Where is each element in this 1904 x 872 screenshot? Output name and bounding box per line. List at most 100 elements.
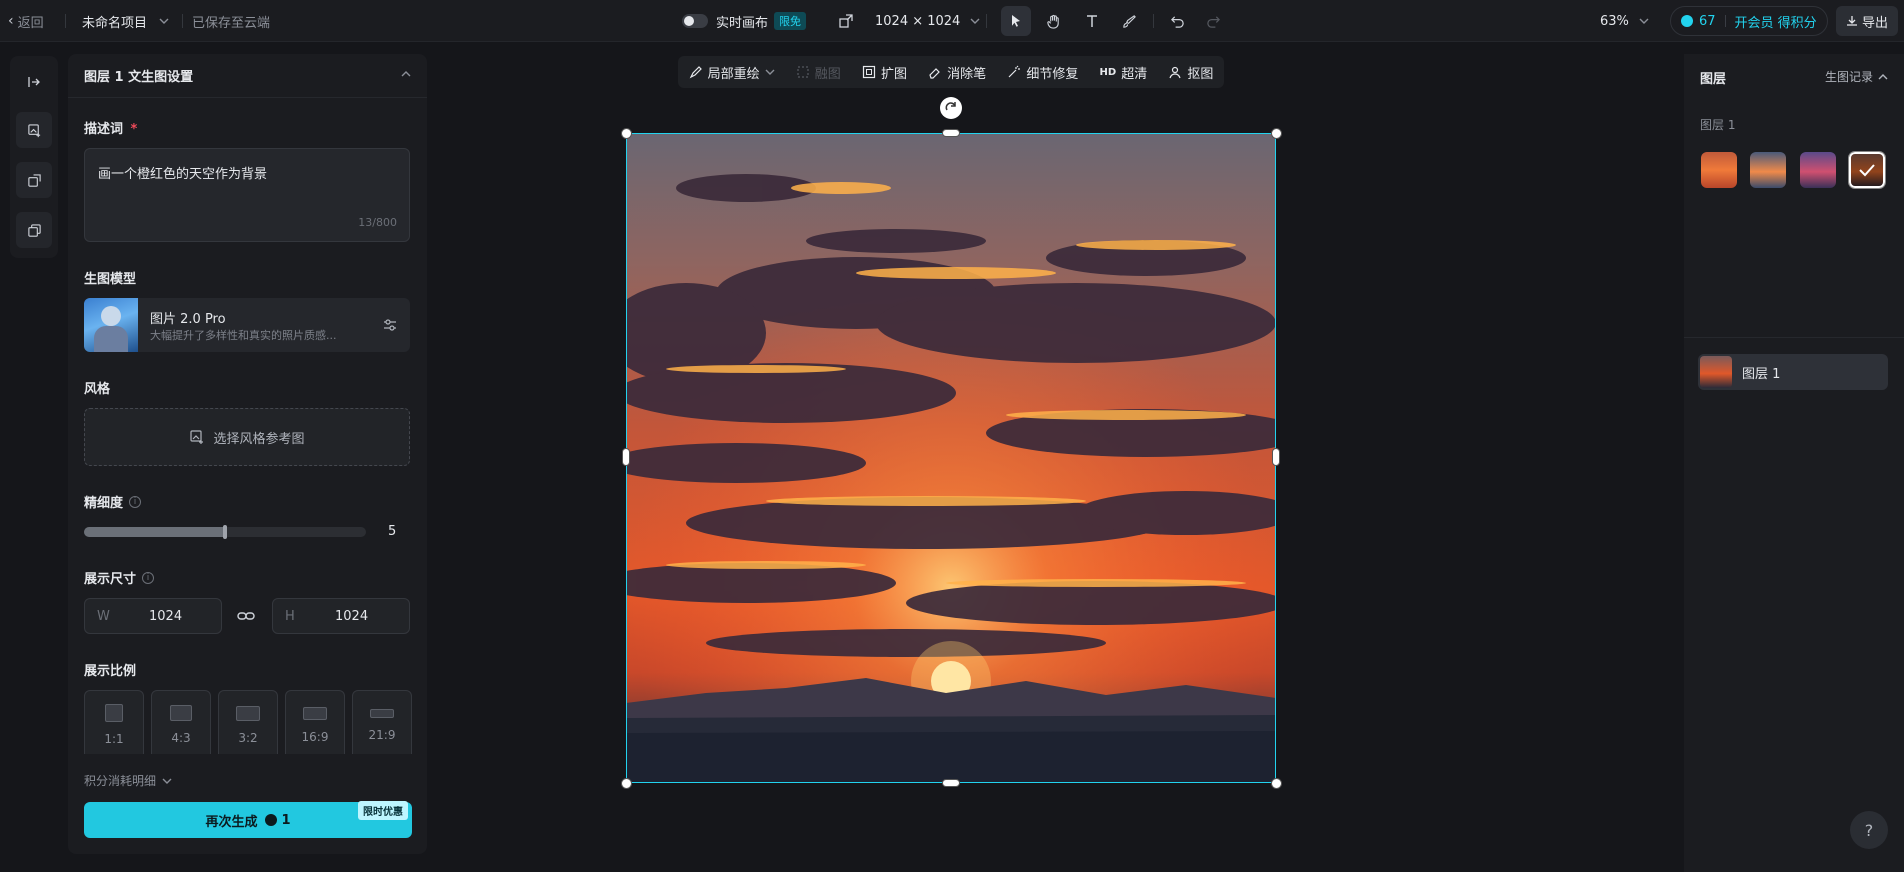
- prompt-textarea[interactable]: 画一个橙红色的天空作为背景 13/800: [84, 148, 410, 242]
- redo-button[interactable]: [1198, 6, 1228, 36]
- brush-tool-button[interactable]: [1114, 6, 1144, 36]
- ratio-shape: [170, 705, 192, 721]
- image-edit-toolbar: 局部重绘 融图 扩图 消除笔 细节修复 HD 超清 抠图: [678, 56, 1224, 88]
- divider: [986, 14, 987, 28]
- regenerate-cost: 1: [281, 812, 291, 828]
- blend-button[interactable]: 融图: [796, 63, 841, 82]
- layer-item[interactable]: 图层 1: [1698, 354, 1888, 390]
- blend-icon: [797, 66, 809, 78]
- zoom-dropdown[interactable]: 63%: [1600, 0, 1649, 42]
- resize-handle-w[interactable]: [622, 448, 630, 466]
- check-icon: [1851, 154, 1883, 186]
- top-bar: ‹ 返回 未命名项目 已保存至云端 实时画布 限免 1024 × 1024 63…: [0, 0, 1904, 42]
- height-input[interactable]: H 1024: [272, 598, 410, 634]
- hand-icon: [1046, 14, 1059, 29]
- export-button[interactable]: 导出: [1836, 6, 1899, 36]
- resize-canvas-button[interactable]: [838, 0, 854, 42]
- history-thumbnail-3[interactable]: [1800, 152, 1836, 188]
- chevron-down-icon: [765, 69, 775, 75]
- height-prefix: H: [285, 609, 295, 624]
- collapse-panel-button[interactable]: [401, 68, 411, 83]
- prompt-text: 画一个橙红色的天空作为背景: [98, 167, 268, 182]
- layers-stack-button[interactable]: [16, 212, 52, 248]
- image-to-image-button[interactable]: [16, 162, 52, 198]
- image-transform-icon: [27, 173, 41, 187]
- info-icon[interactable]: i: [142, 571, 155, 584]
- history-toggle[interactable]: 生图记录: [1825, 68, 1888, 85]
- credits-detail-toggle[interactable]: 积分消耗明细: [84, 772, 172, 789]
- eraser-label: 消除笔: [947, 66, 987, 82]
- project-name: 未命名项目: [82, 15, 148, 31]
- add-image-icon: [27, 123, 40, 137]
- toggle-switch[interactable]: [682, 14, 708, 28]
- upscale-button[interactable]: HD 超清: [1100, 63, 1148, 82]
- inpaint-icon: [689, 66, 702, 79]
- info-icon[interactable]: i: [129, 495, 142, 508]
- style-label: 风格: [84, 382, 111, 397]
- ratio-option-4-3[interactable]: 4:3: [151, 690, 211, 760]
- membership-credits-button[interactable]: 67 开会员 得积分: [1670, 6, 1828, 36]
- divider: [65, 14, 66, 28]
- panel-title: 图层 1 文生图设置: [84, 70, 194, 85]
- history-thumbnail-4-selected[interactable]: [1848, 151, 1886, 189]
- ratio-label-text: 3:2: [238, 730, 258, 745]
- history-thumbnail-2[interactable]: [1750, 152, 1786, 188]
- resize-handle-e[interactable]: [1272, 448, 1280, 466]
- detail-slider-thumb[interactable]: [223, 525, 227, 539]
- detail-slider-track[interactable]: [84, 525, 366, 539]
- expand-panel-button[interactable]: [16, 64, 52, 100]
- add-image-layer-button[interactable]: [16, 112, 52, 148]
- chevron-up-icon: [401, 71, 411, 77]
- resize-handle-ne[interactable]: [1271, 128, 1282, 139]
- size-section-label: 展示尺寸 i: [84, 568, 155, 587]
- eraser-button[interactable]: 消除笔: [928, 63, 986, 82]
- chevron-up-icon: [1878, 73, 1888, 79]
- style-reference-button[interactable]: 选择风格参考图: [84, 408, 410, 466]
- panel-header: 图层 1 文生图设置: [68, 54, 427, 98]
- aspect-lock-button[interactable]: [236, 606, 256, 630]
- select-tool-button[interactable]: [1001, 6, 1031, 36]
- char-count: 13/800: [358, 216, 397, 229]
- download-icon: [1847, 16, 1857, 26]
- text-tool-button[interactable]: [1077, 6, 1107, 36]
- magic-wand-icon: [1008, 65, 1021, 78]
- expand-icon: [862, 65, 876, 79]
- undo-button[interactable]: [1162, 6, 1192, 36]
- pointer-icon: [1012, 15, 1020, 27]
- canvas-size-dropdown[interactable]: 1024 × 1024: [875, 0, 980, 42]
- canvas-size: 1024 × 1024: [875, 13, 961, 29]
- credit-coin-icon: [265, 814, 278, 826]
- realtime-canvas-toggle[interactable]: 实时画布 限免: [682, 0, 807, 42]
- resize-handle-n[interactable]: [942, 129, 960, 137]
- expand-button[interactable]: 扩图: [862, 63, 907, 82]
- ratio-option-1-1[interactable]: 1:1: [84, 690, 144, 760]
- resize-handle-sw[interactable]: [621, 778, 632, 789]
- project-name-dropdown[interactable]: 未命名项目: [82, 0, 169, 42]
- layer-name: 图层 1: [1742, 367, 1781, 382]
- rotate-handle[interactable]: [940, 97, 962, 119]
- credits-coin-icon: [1681, 15, 1693, 27]
- upscale-label: 超清: [1121, 66, 1148, 82]
- inpaint-button[interactable]: 局部重绘: [689, 63, 775, 82]
- chevron-down-icon: [970, 16, 980, 26]
- resize-handle-s[interactable]: [942, 779, 960, 787]
- help-button[interactable]: ?: [1850, 811, 1888, 849]
- resize-handle-se[interactable]: [1271, 778, 1282, 789]
- text-icon: [1087, 15, 1097, 27]
- resize-handle-nw[interactable]: [621, 128, 632, 139]
- model-label: 生图模型: [84, 272, 137, 287]
- hand-tool-button[interactable]: [1038, 6, 1068, 36]
- width-input[interactable]: W 1024: [84, 598, 222, 634]
- ratio-option-21-9[interactable]: 21:9: [352, 690, 412, 760]
- detail-fix-button[interactable]: 细节修复: [1007, 63, 1078, 82]
- model-selector[interactable]: 图片 2.0 Pro 大幅提升了多样性和真实的照片质感...: [84, 298, 410, 352]
- ratio-option-16-9[interactable]: 16:9: [285, 690, 345, 760]
- save-status: 已保存至云端: [192, 15, 271, 31]
- ratio-option-3-2[interactable]: 3:2: [218, 690, 278, 760]
- ratio-label-text: 1:1: [104, 732, 124, 746]
- cutout-button[interactable]: 抠图: [1168, 63, 1213, 82]
- back-button[interactable]: ‹ 返回: [8, 0, 44, 42]
- model-settings-button[interactable]: [382, 317, 398, 337]
- history-thumbnail-1[interactable]: [1701, 152, 1737, 188]
- collapse-arrow-icon: [28, 77, 40, 87]
